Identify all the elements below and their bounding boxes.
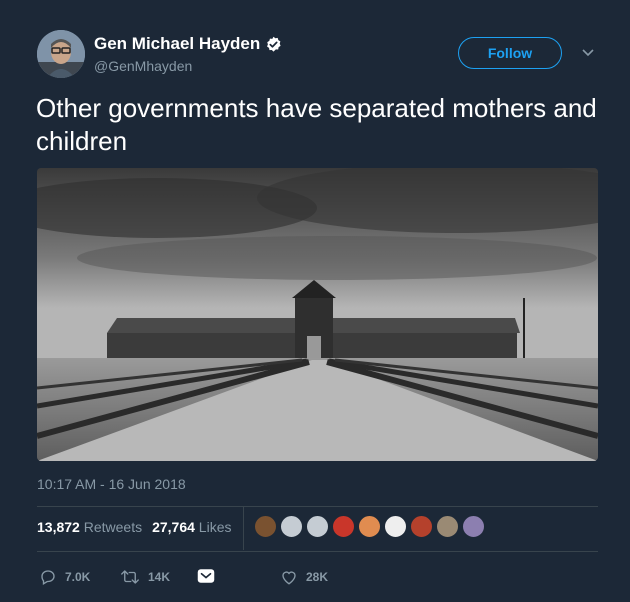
railway-gate-photo: [37, 168, 598, 461]
divider-bottom: [37, 551, 598, 552]
reply-icon: [41, 570, 55, 585]
like-count: 28K: [306, 570, 329, 584]
direct-message-icon: [197, 569, 215, 583]
avatar[interactable]: [37, 30, 85, 78]
user-handle[interactable]: @GenMhayden: [94, 58, 192, 74]
retweet-count: 14K: [148, 570, 171, 584]
tweet-text: Other governments have separated mothers…: [36, 93, 597, 156]
divider-top: [37, 506, 598, 507]
heart-icon: [282, 571, 296, 585]
reply-action[interactable]: 7.0K: [39, 568, 90, 586]
likes-stat[interactable]: 27,764 Likes: [152, 519, 231, 535]
liker-avatar[interactable]: [332, 515, 355, 538]
liker-avatar[interactable]: [358, 515, 381, 538]
stats-separator: [243, 507, 244, 550]
liker-avatar[interactable]: [254, 515, 277, 538]
like-action[interactable]: 28K: [280, 568, 328, 586]
retweets-stat[interactable]: 13,872 Retweets: [37, 519, 142, 535]
display-name-row[interactable]: Gen Michael Hayden: [94, 34, 282, 54]
display-name[interactable]: Gen Michael Hayden: [94, 34, 260, 54]
direct-message-action[interactable]: [197, 568, 215, 584]
avatar-image: [37, 30, 85, 78]
verified-badge-icon: [267, 36, 281, 52]
liker-avatar[interactable]: [410, 515, 433, 538]
tweet-timestamp[interactable]: 10:17 AM - 16 Jun 2018: [37, 476, 186, 492]
liker-avatar[interactable]: [436, 515, 459, 538]
reply-count: 7.0K: [65, 570, 91, 584]
liker-avatar[interactable]: [280, 515, 303, 538]
retweet-action[interactable]: 14K: [120, 568, 170, 586]
likes-label: Likes: [198, 519, 232, 535]
liker-avatars: [254, 515, 485, 538]
tweet-photo[interactable]: [37, 168, 598, 461]
retweets-count: 13,872: [37, 519, 80, 535]
engagement-stats: 13,872 Retweets 27,764 Likes: [37, 519, 231, 535]
retweet-icon: [121, 570, 139, 584]
chevron-down-icon[interactable]: [580, 44, 596, 60]
likes-count: 27,764: [152, 519, 195, 535]
liker-avatar[interactable]: [462, 515, 485, 538]
liker-avatar[interactable]: [384, 515, 407, 538]
liker-avatar[interactable]: [306, 515, 329, 538]
retweets-label: Retweets: [83, 519, 143, 535]
follow-button[interactable]: Follow: [458, 37, 562, 69]
